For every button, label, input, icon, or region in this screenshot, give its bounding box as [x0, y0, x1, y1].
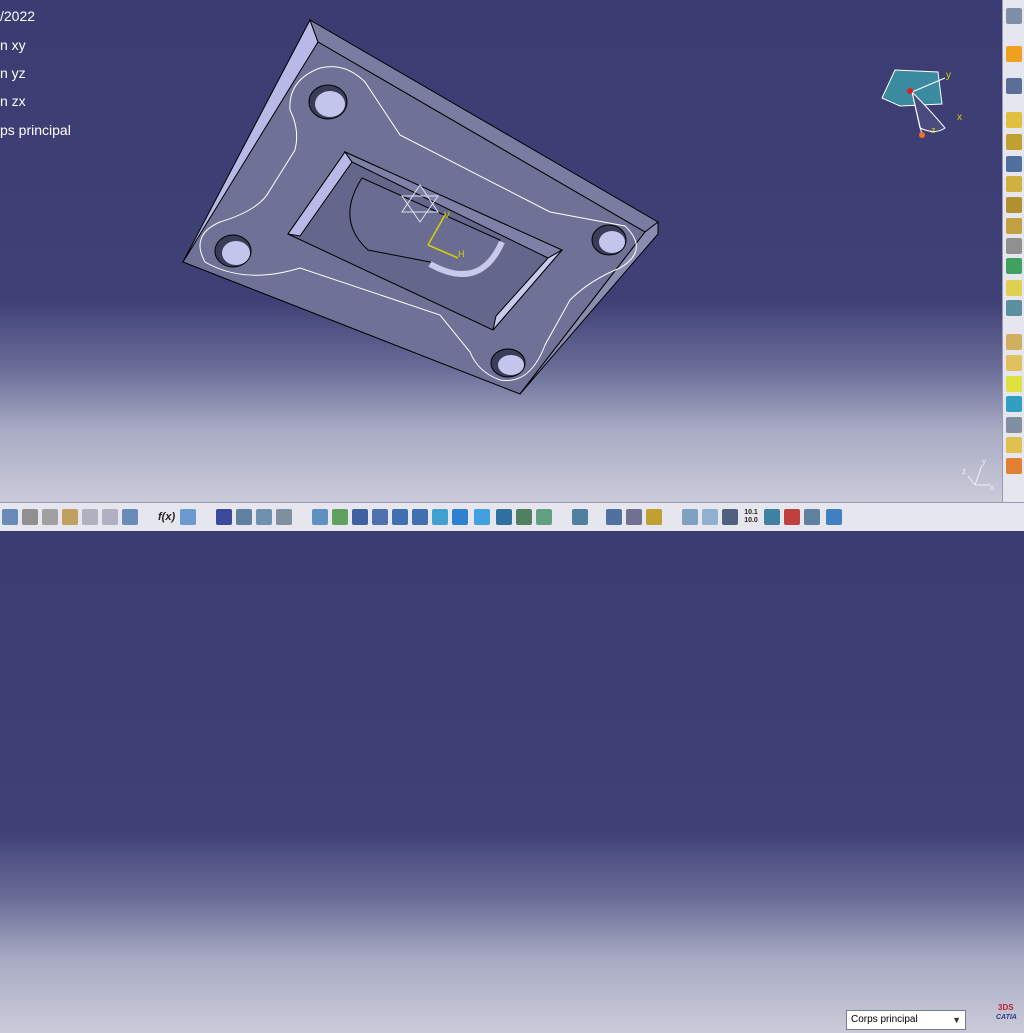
iso-view-icon[interactable]: [474, 509, 490, 525]
sketch-axis-v-label: V: [444, 210, 450, 220]
compass-axis-z: z: [931, 125, 936, 135]
fit-all-icon[interactable]: [332, 509, 348, 525]
slot-icon[interactable]: [1006, 238, 1022, 254]
remove-loft-icon[interactable]: [1006, 300, 1022, 316]
chamfer-icon[interactable]: [1006, 355, 1022, 371]
catia-logo-mark: 3DS: [998, 1003, 1014, 1012]
right-toolbar: [1002, 0, 1024, 502]
help-icon[interactable]: [122, 509, 138, 525]
shell-icon[interactable]: [1006, 396, 1022, 412]
draft-icon[interactable]: [1006, 376, 1022, 392]
zoom-in-icon[interactable]: [392, 509, 408, 525]
dimension-label-bottom: 10.0: [744, 517, 758, 524]
hole-icon[interactable]: [1006, 197, 1022, 213]
dimension-button[interactable]: 10.1 10.0: [742, 509, 760, 525]
compass-icon[interactable]: [881, 69, 946, 138]
axis-system-icon[interactable]: [722, 509, 738, 525]
scan-icon[interactable]: [764, 509, 780, 525]
formula-button[interactable]: f(x): [158, 509, 176, 525]
pattern-icon[interactable]: [1006, 437, 1022, 453]
paste-icon[interactable]: [62, 509, 78, 525]
body-select-value: Corps principal: [851, 1014, 918, 1025]
layer-icon[interactable]: [804, 509, 820, 525]
measure-icon[interactable]: [682, 509, 698, 525]
cut-icon[interactable]: [22, 509, 38, 525]
copy-icon[interactable]: [42, 509, 58, 525]
zoom-out-icon[interactable]: [412, 509, 428, 525]
sketch-icon[interactable]: [1006, 78, 1022, 94]
mini-axis-z: z: [962, 467, 966, 476]
hole-right-wall: [599, 231, 625, 253]
3d-viewport[interactable]: /2022 n xy n yz n zx ps principal V H y …: [0, 0, 1002, 502]
pan-icon[interactable]: [352, 509, 368, 525]
rib-icon[interactable]: [1006, 218, 1022, 234]
mini-axis-y: y: [982, 457, 986, 466]
pocket-icon[interactable]: [1006, 134, 1022, 150]
part-model[interactable]: V H y x z y z x: [0, 0, 1002, 502]
hide-show-icon[interactable]: [516, 509, 532, 525]
settings-icon[interactable]: [1006, 8, 1022, 24]
mini-axis-x: x: [990, 483, 994, 492]
compass-axis-y: y: [946, 70, 951, 81]
groove-icon[interactable]: [1006, 176, 1022, 192]
thickness-icon[interactable]: [1006, 417, 1022, 433]
shading-icon[interactable]: [496, 509, 512, 525]
tree-icon[interactable]: [236, 509, 252, 525]
select-arrow-icon[interactable]: [1006, 46, 1022, 62]
shaft-icon[interactable]: [1006, 156, 1022, 172]
sketch-analysis-icon[interactable]: [784, 509, 800, 525]
mirror-icon[interactable]: [1006, 458, 1022, 474]
compass-axis-x: x: [957, 112, 962, 123]
body-icon[interactable]: [276, 509, 292, 525]
sketch-axis-h-label: H: [458, 249, 465, 259]
undo-icon[interactable]: [82, 509, 98, 525]
anchor-icon[interactable]: [626, 509, 642, 525]
redo-icon[interactable]: [102, 509, 118, 525]
swap-space-icon[interactable]: [536, 509, 552, 525]
loft-icon[interactable]: [1006, 280, 1022, 296]
mini-axis-icon: [967, 464, 990, 486]
multi-view-icon[interactable]: [452, 509, 468, 525]
rotate-icon[interactable]: [372, 509, 388, 525]
update-icon[interactable]: [572, 509, 588, 525]
catalog-icon[interactable]: [216, 509, 232, 525]
stiffener-icon[interactable]: [1006, 258, 1022, 274]
hole-top-wall: [315, 91, 345, 117]
pad-icon[interactable]: [1006, 112, 1022, 128]
new-icon[interactable]: [2, 509, 18, 525]
bottom-toolbar: f(x) 10.1 10.0 Corps principal ▼ 3DS CAT…: [0, 502, 1024, 1030]
eraser-icon[interactable]: [826, 509, 842, 525]
material-icon[interactable]: [646, 509, 662, 525]
fillet-icon[interactable]: [1006, 334, 1022, 350]
hand-icon[interactable]: [702, 509, 718, 525]
catia-logo-text: CATIA: [996, 1014, 1017, 1021]
fly-icon[interactable]: [312, 509, 328, 525]
part-icon[interactable]: [256, 509, 272, 525]
constraint-icon[interactable]: [606, 509, 622, 525]
catia-logo: 3DS CATIA: [996, 1003, 1024, 1033]
dimension-label-top: 10.1: [744, 509, 758, 516]
comment-icon[interactable]: [180, 509, 196, 525]
normal-view-icon[interactable]: [432, 509, 448, 525]
chevron-down-icon: ▼: [952, 1015, 961, 1025]
hole-bottom-wall: [498, 355, 524, 375]
body-select[interactable]: Corps principal ▼: [846, 1010, 966, 1030]
hole-left-wall: [222, 241, 250, 265]
